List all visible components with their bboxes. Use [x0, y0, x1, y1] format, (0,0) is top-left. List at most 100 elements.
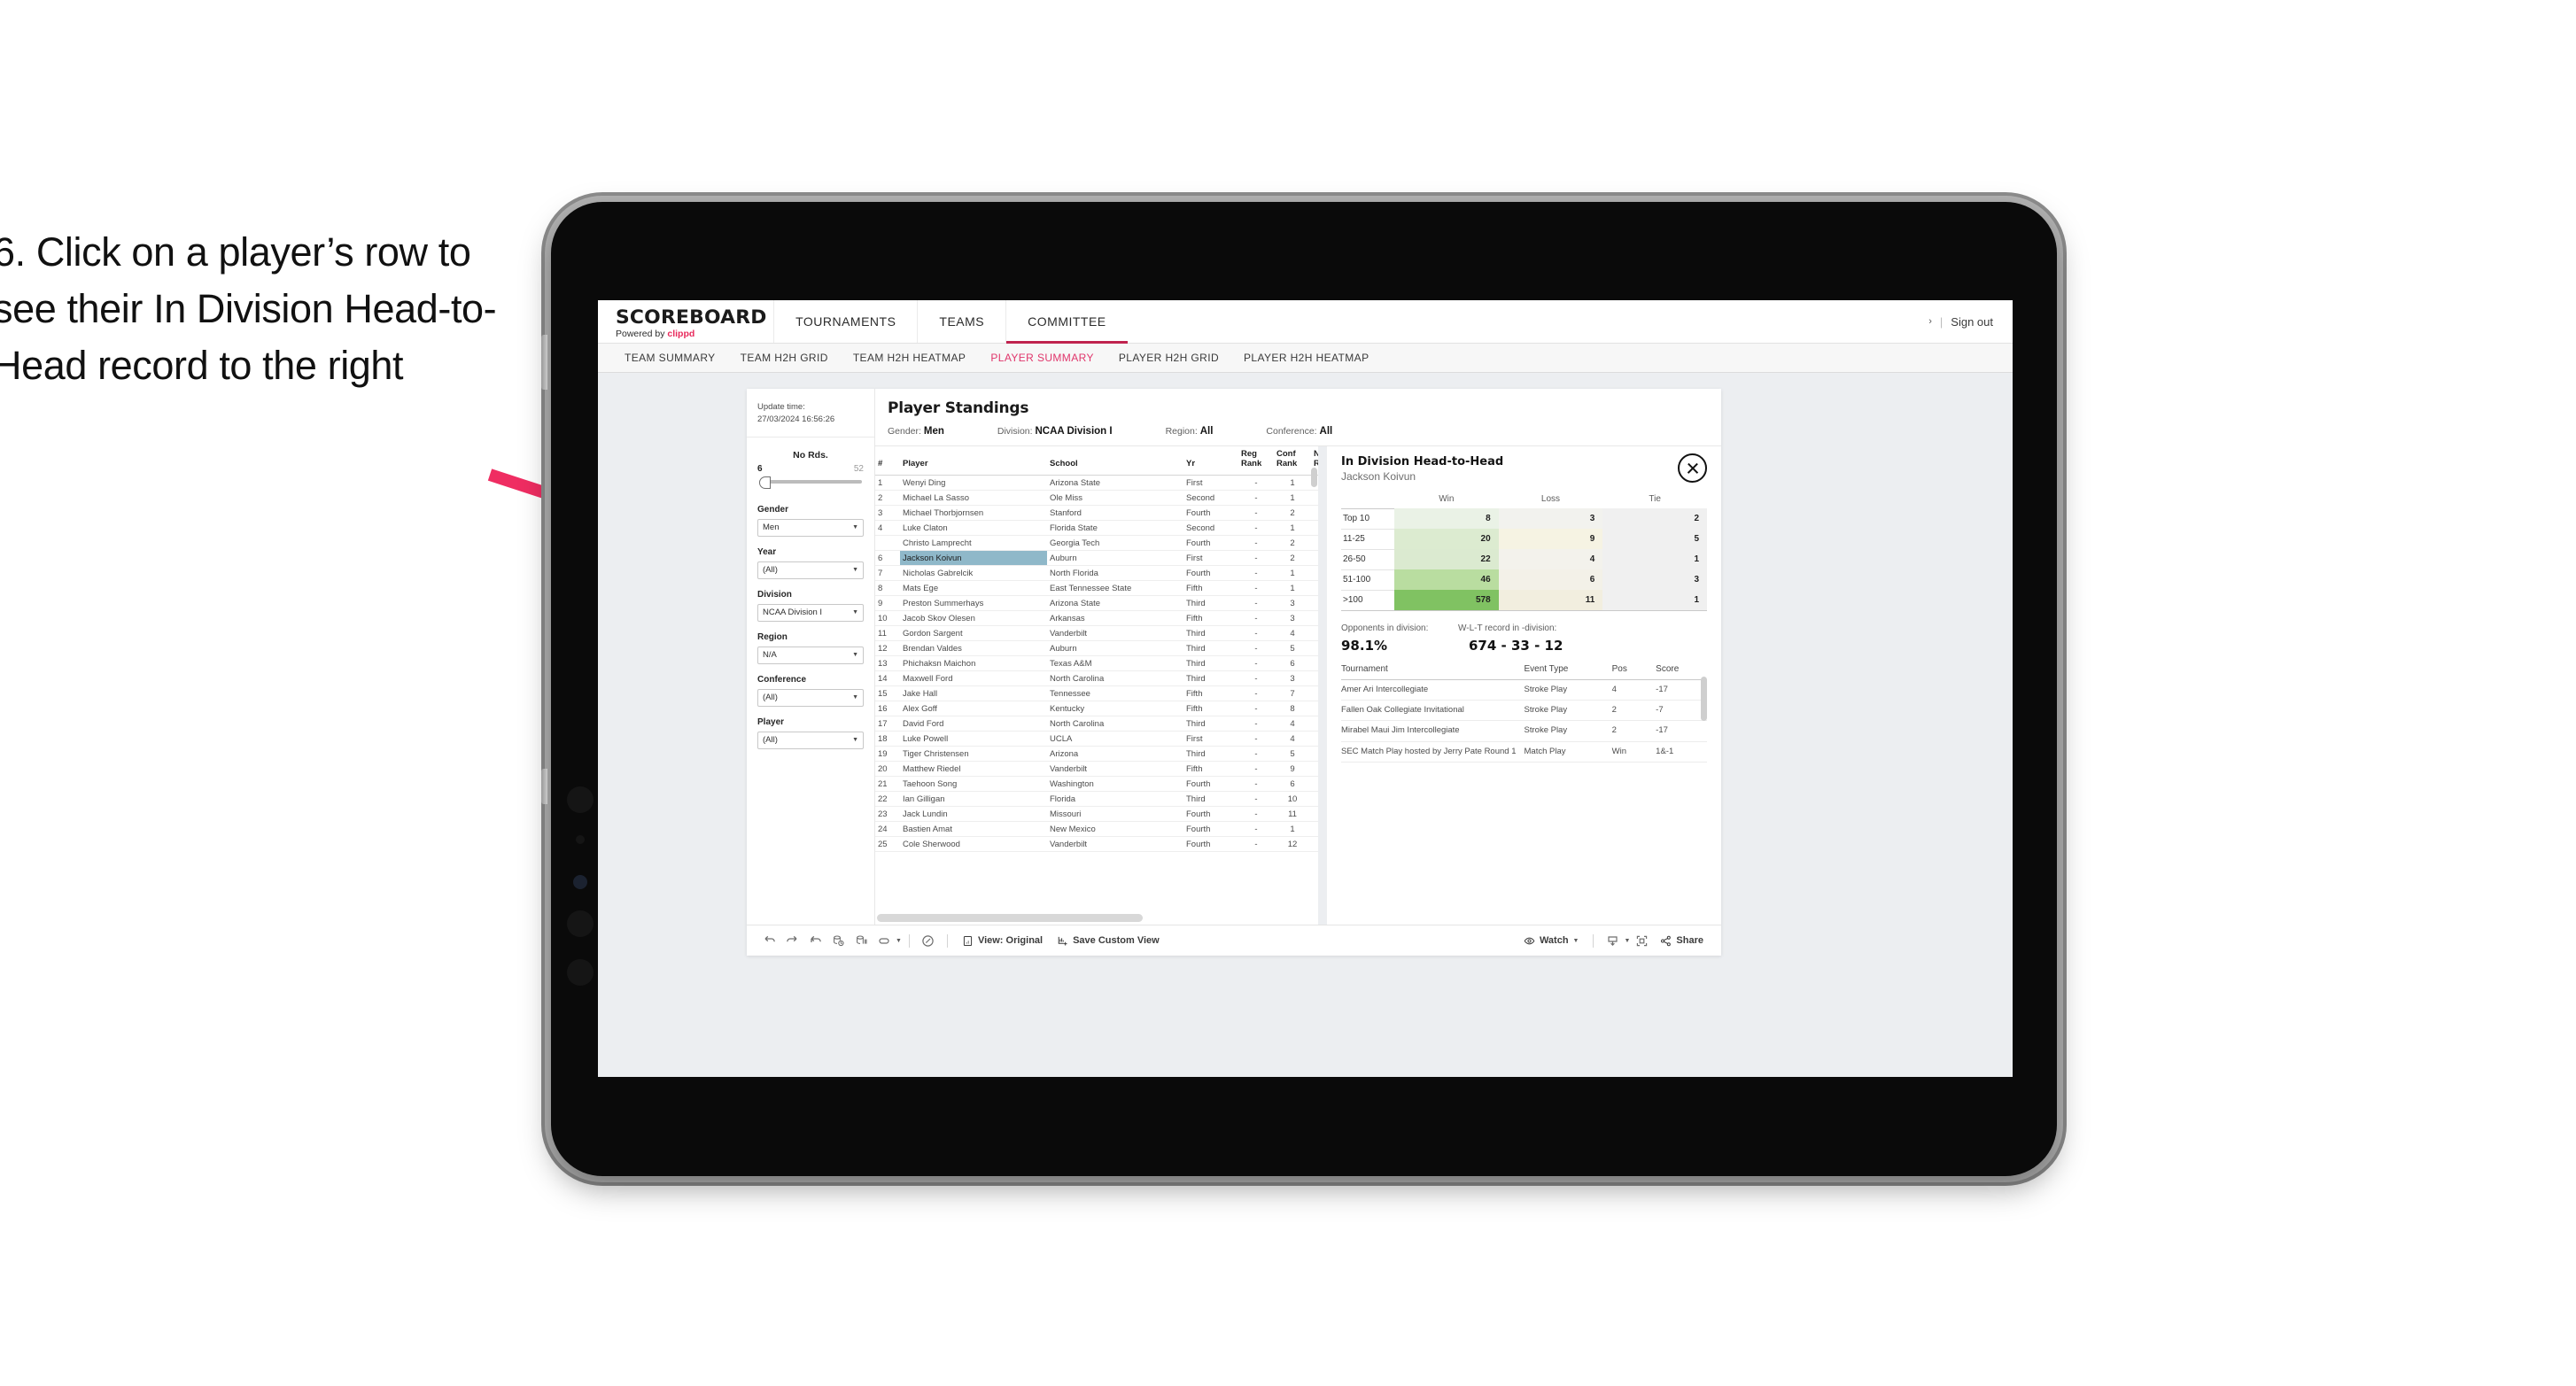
download-icon[interactable] — [1601, 929, 1624, 952]
filter-year-select[interactable]: (All) ▼ — [757, 561, 864, 579]
no-rounds-slider-handle[interactable] — [759, 476, 771, 489]
tab-player-summary[interactable]: PLAYER SUMMARY — [978, 352, 1106, 364]
undo-icon[interactable] — [757, 929, 780, 952]
h2h-col-win: Win — [1439, 494, 1455, 505]
cell-player: Nicholas Gabrelcik — [900, 565, 1047, 582]
table-row[interactable]: 10Jacob Skov OlesenArkansasFifth-3230 — [875, 610, 1318, 627]
sub-nav: TEAM SUMMARY TEAM H2H GRID TEAM H2H HEAT… — [598, 344, 2013, 373]
table-row[interactable]: 19Tiger ChristensenArizonaThird-5232 — [875, 746, 1318, 763]
heatmap-row[interactable]: 51-100 46 6 3 — [1341, 569, 1707, 591]
col-school[interactable]: School — [1047, 446, 1183, 476]
cell-rank: 3 — [875, 505, 900, 522]
table-row[interactable]: 16Alex GoffKentuckyFifth-8190 — [875, 701, 1318, 717]
save-custom-view-button[interactable]: Save Custom View — [1050, 935, 1167, 947]
table-row[interactable]: 15Jake HallTennesseeFifth-7180 — [875, 685, 1318, 702]
table-row[interactable]: 2Michael La SassoOle MissSecond-1180 — [875, 490, 1318, 507]
col-reg-rank[interactable]: Reg Rank — [1238, 446, 1274, 476]
table-row[interactable]: 4Luke ClatonFlorida StateSecond-1272 — [875, 520, 1318, 537]
watch-caret-icon[interactable]: ▼ — [1573, 938, 1579, 944]
pause-refresh-icon[interactable] — [850, 929, 873, 952]
table-row[interactable]: 25Cole SherwoodVanderbiltFourth-12231 — [875, 836, 1318, 853]
table-row[interactable]: 23Jack LundinMissouriFourth-11240 — [875, 806, 1318, 823]
col-rank[interactable]: # — [875, 446, 900, 476]
col-yr[interactable]: Yr — [1183, 446, 1238, 476]
table-row[interactable]: Christo LamprechtGeorgia TechFourth-2212 — [875, 535, 1318, 552]
sign-out-link[interactable]: Sign out — [1951, 315, 1993, 329]
cell-player: David Ford — [900, 716, 1047, 732]
cell-yr: Third — [1183, 791, 1238, 808]
standings-horizontal-scrollbar[interactable] — [877, 914, 1143, 922]
standings-body: 1Wenyi DingArizona StateFirst-11512Micha… — [875, 475, 1318, 853]
table-row[interactable]: 22Ian GilliganFloridaThird-10241 — [875, 791, 1318, 808]
cell-no-rds: 24 — [1311, 580, 1318, 597]
filter-gender-select[interactable]: Men ▼ — [757, 518, 864, 537]
cell-player: Preston Summerhays — [900, 595, 1047, 612]
toolbar-caret-icon[interactable]: ▼ — [896, 938, 902, 944]
no-rounds-range: 6 52 — [757, 464, 864, 474]
cell-school: East Tennessee State — [1047, 580, 1183, 597]
heatmap-row[interactable]: 26-50 22 4 1 — [1341, 548, 1707, 570]
tournament-row[interactable]: Amer Ari Intercollegiate Stroke Play 4 -17 — [1341, 679, 1707, 701]
heatmap-row[interactable]: 11-25 20 9 5 — [1341, 528, 1707, 550]
standings-table-pane[interactable]: # Player School Yr Reg Rank Conf Rank No Rd… — [875, 446, 1327, 925]
table-row[interactable]: 8Mats EgeEast Tennessee StateFifth-1242 — [875, 580, 1318, 597]
cell-reg-rank: - — [1238, 806, 1274, 823]
nav-item-committee[interactable]: COMMITTEE — [1005, 300, 1128, 344]
table-row[interactable]: 11Gordon SargentVanderbiltThird-4210 — [875, 625, 1318, 642]
table-row[interactable]: 17David FordNorth CarolinaThird-4211 — [875, 716, 1318, 732]
pause-icon[interactable] — [917, 929, 940, 952]
table-row[interactable]: 3Michael ThorbjornsenStanfordFourth-291 — [875, 505, 1318, 522]
nav-item-teams[interactable]: TEAMS — [917, 300, 1005, 343]
tournament-row[interactable]: Mirabel Maui Jim Intercollegiate Stroke P… — [1341, 720, 1707, 742]
table-row[interactable]: 20Matthew RiedelVanderbiltFifth-9230 — [875, 761, 1318, 778]
table-row[interactable]: 21Taehoon SongWashingtonFourth-6231 — [875, 776, 1318, 793]
watch-button[interactable]: Watch ▼ — [1517, 935, 1587, 947]
cell-conf-rank: 3 — [1274, 670, 1311, 687]
filter-region-select[interactable]: N/A ▼ — [757, 646, 864, 664]
tab-player-h2h-grid[interactable]: PLAYER H2H GRID — [1106, 352, 1231, 364]
close-circle-icon[interactable] — [1678, 453, 1707, 483]
filter-conference-select[interactable]: (All) ▼ — [757, 688, 864, 707]
filter-player-select[interactable]: (All) ▼ — [757, 731, 864, 749]
col-player[interactable]: Player — [900, 446, 1047, 476]
tab-player-h2h-heatmap[interactable]: PLAYER H2H HEATMAP — [1231, 352, 1381, 364]
pause-auto-update-icon[interactable] — [873, 929, 896, 952]
table-row[interactable]: 6Jackson KoivunAuburnFirst-2271 — [875, 550, 1318, 567]
table-row[interactable]: 18Luke PowellUCLAFirst-4241 — [875, 731, 1318, 747]
table-row[interactable]: 24Bastien AmatNew MexicoFourth-1272 — [875, 821, 1318, 838]
heatmap-row[interactable]: Top 10 8 3 2 — [1341, 507, 1707, 530]
download-caret-icon[interactable]: ▼ — [1624, 938, 1630, 944]
app-logo[interactable]: SCOREBOARD Powered by clippd — [598, 300, 773, 343]
tournament-list-wrap[interactable]: Tournament Event Type Pos Score Amer Ari… — [1341, 654, 1707, 925]
redo-icon[interactable] — [780, 929, 803, 952]
tournament-scrollbar[interactable] — [1701, 676, 1707, 721]
cell-conf-rank: 10 — [1274, 791, 1311, 808]
tab-team-h2h-grid[interactable]: TEAM H2H GRID — [728, 352, 841, 364]
filter-conference-label: Conference — [757, 674, 807, 685]
nav-item-tournaments[interactable]: TOURNAMENTS — [773, 300, 917, 343]
filter-division-select[interactable]: NCAA Division I ▼ — [757, 603, 864, 622]
revert-icon[interactable] — [803, 929, 826, 952]
tab-team-h2h-heatmap[interactable]: TEAM H2H HEATMAP — [841, 352, 979, 364]
heatmap-row[interactable]: >100 578 11 1 — [1341, 589, 1707, 611]
view-original-button[interactable]: View: Original — [955, 935, 1050, 947]
table-row[interactable]: 12Brendan ValdesAuburnThird-5270 — [875, 640, 1318, 657]
no-rounds-slider-track[interactable] — [759, 476, 862, 489]
fullscreen-icon[interactable] — [1630, 929, 1653, 952]
cell-reg-rank: - — [1238, 670, 1274, 687]
refresh-data-icon[interactable] — [826, 929, 850, 952]
col-conf-rank[interactable]: Conf Rank — [1274, 446, 1311, 476]
table-row[interactable]: 1Wenyi DingArizona StateFirst-1151 — [875, 475, 1318, 492]
tournament-row[interactable]: Fallen Oak Collegiate Invitational Stroke… — [1341, 700, 1707, 722]
table-row[interactable]: 7 Nicholas Gabrelcik North Florida Fourth -1… — [875, 565, 1318, 582]
standings-vertical-scrollbar[interactable] — [1311, 468, 1317, 487]
table-row[interactable]: 14Maxwell FordNorth CarolinaThird-3230 — [875, 670, 1318, 687]
share-button[interactable]: Share — [1653, 935, 1711, 947]
account-caret-icon[interactable]: › — [1928, 316, 1932, 327]
table-row[interactable]: 13Phichaksn MaichonTexas A&MThird-6301 — [875, 655, 1318, 672]
table-row[interactable]: 9Preston SummerhaysArizona StateThird-32… — [875, 595, 1318, 612]
view-original-label: View: Original — [977, 935, 1044, 946]
tab-team-summary[interactable]: TEAM SUMMARY — [612, 352, 728, 364]
tournament-row[interactable]: SEC Match Play hosted by Jerry Pate Roun… — [1341, 741, 1707, 763]
tournament-header-row: Tournament Event Type Pos Score — [1341, 663, 1707, 680]
